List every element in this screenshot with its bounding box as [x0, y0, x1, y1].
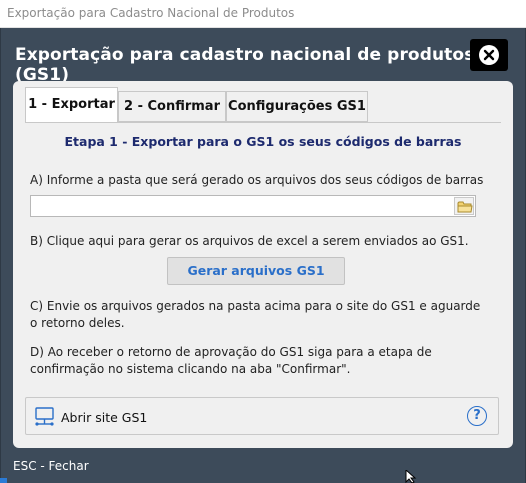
- window-title: Exportação para Cadastro Nacional de Pro…: [7, 6, 295, 20]
- monitor-network-icon: [35, 407, 54, 426]
- dialog-header: Exportação para cadastro nacional de pro…: [1, 28, 525, 85]
- esc-close-hint: ESC - Fechar: [13, 459, 89, 473]
- tab-divider: [25, 122, 501, 123]
- folder-browse-button[interactable]: [454, 197, 474, 215]
- content-panel: 1 - Exportar 2 - Confirmar Configurações…: [13, 81, 513, 448]
- instruction-a: A) Informe a pasta que será gerado os ar…: [30, 173, 484, 187]
- step-title: Etapa 1 - Exportar para o GS1 os seus có…: [64, 134, 462, 149]
- dialog-window: Exportação para cadastro nacional de pro…: [0, 28, 526, 483]
- help-icon[interactable]: ?: [467, 406, 487, 426]
- instruction-c: C) Envie os arquivos gerados na pasta ac…: [30, 299, 481, 330]
- generate-files-button[interactable]: Gerar arquivos GS1: [167, 257, 345, 285]
- footer-box: Abrir site GS1 ?: [25, 397, 499, 435]
- close-icon: [479, 45, 499, 65]
- dialog-title: Exportação para cadastro nacional de pro…: [15, 45, 475, 85]
- instruction-b: B) Clique aqui para gerar os arquivos de…: [30, 234, 469, 248]
- tab-confirmar[interactable]: 2 - Confirmar: [118, 91, 226, 122]
- close-button[interactable]: [470, 39, 508, 71]
- tab-configuracoes-gs1[interactable]: Configurações GS1: [226, 91, 368, 122]
- open-gs1-site-label: Abrir site GS1: [61, 410, 148, 425]
- folder-icon: [457, 201, 473, 213]
- taskbar-corner: [0, 478, 7, 483]
- window-titlebar: Exportação para Cadastro Nacional de Pro…: [0, 0, 526, 28]
- folder-path-input[interactable]: [30, 195, 476, 217]
- mouse-cursor-icon: [405, 470, 417, 483]
- instruction-d: D) Ao receber o retorno de aprovação do …: [30, 345, 432, 376]
- tab-exportar[interactable]: 1 - Exportar: [25, 87, 118, 123]
